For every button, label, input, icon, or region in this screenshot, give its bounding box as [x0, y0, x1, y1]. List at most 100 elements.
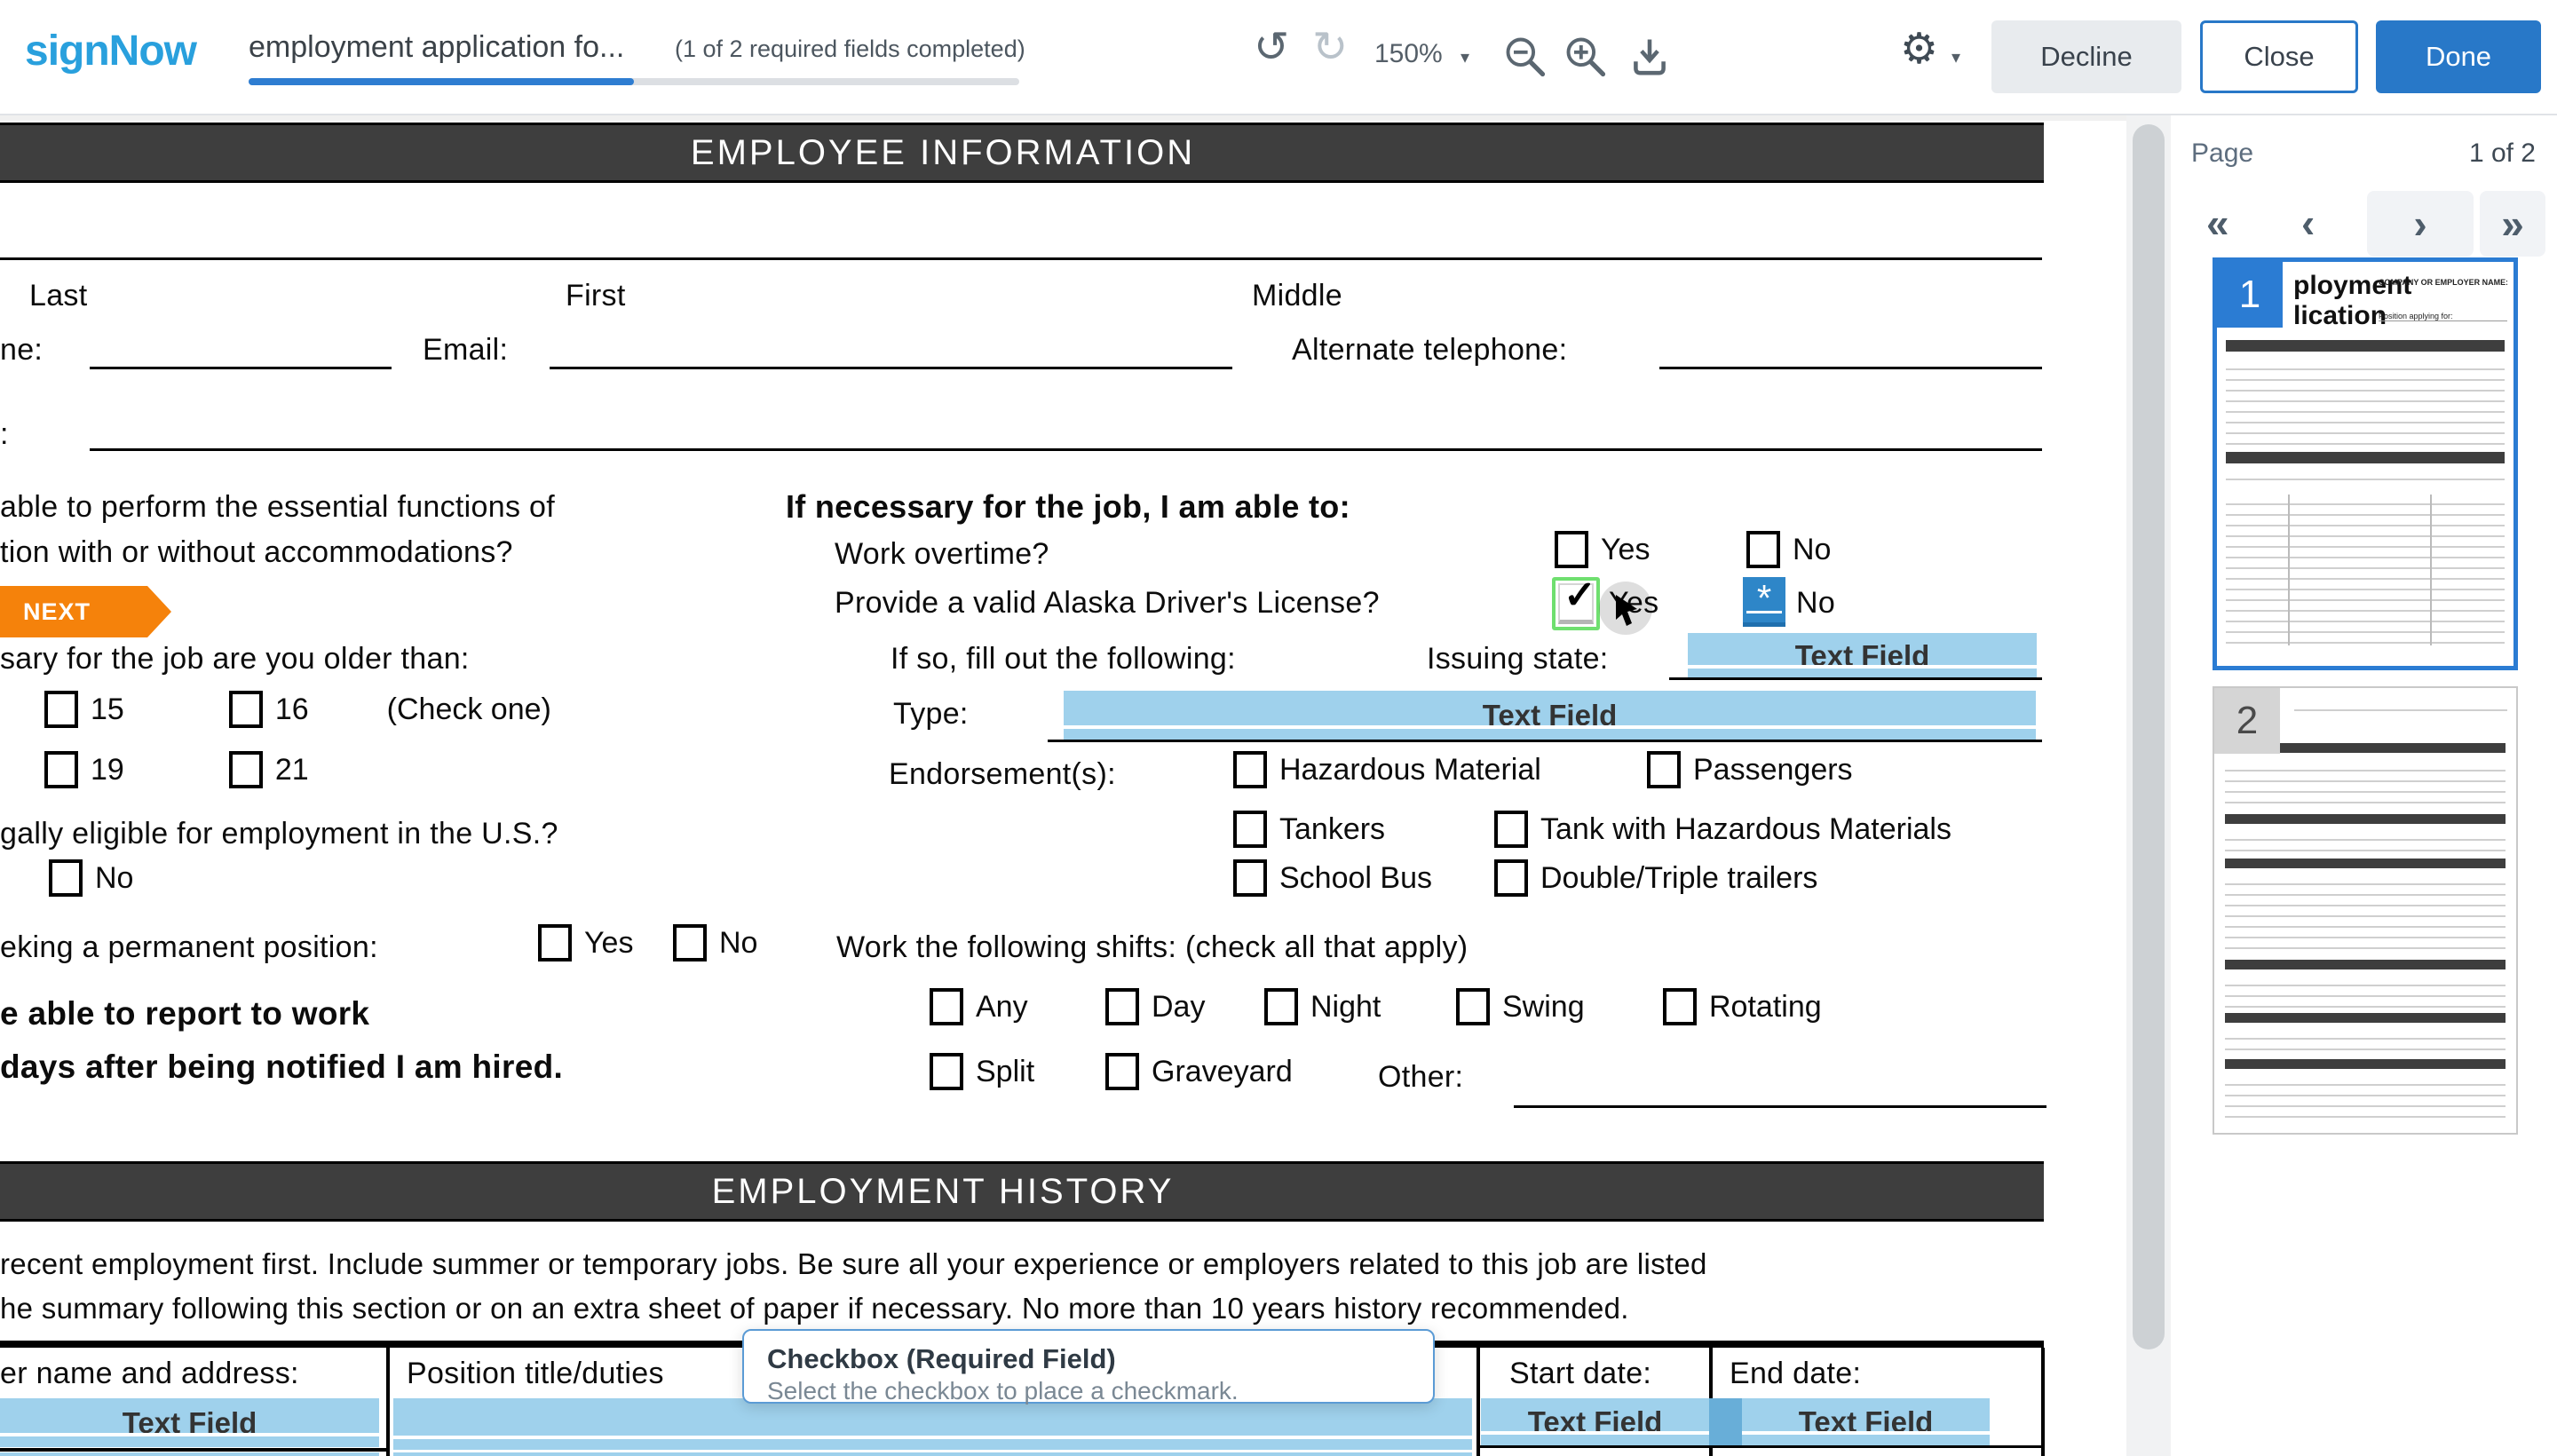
shift-rotating-checkbox[interactable] — [1663, 988, 1697, 1025]
permanent-no-checkbox[interactable] — [673, 924, 707, 961]
thumb2-section-bar-contact — [2225, 1013, 2506, 1023]
thumb1-lines-2 — [2226, 470, 2505, 487]
overtime-no-checkbox[interactable] — [1746, 531, 1780, 568]
work-overtime-label: Work overtime? — [835, 537, 1049, 572]
employer-row-line — [0, 1448, 386, 1452]
employer-next-field-sliver — [0, 1452, 379, 1456]
passengers-checkbox[interactable] — [1647, 751, 1681, 788]
name-label-last: Last — [29, 279, 87, 313]
age-15-checkbox[interactable] — [44, 691, 78, 728]
age-16-label: 16 — [275, 692, 309, 727]
position-next-field-sliver — [393, 1452, 1472, 1456]
next-page-button[interactable]: › — [2367, 191, 2474, 257]
shift-graveyard-checkbox[interactable] — [1105, 1053, 1139, 1090]
download-icon[interactable] — [1627, 34, 1673, 84]
zoom-out-icon[interactable] — [1502, 34, 1548, 84]
page-thumbnail-2[interactable]: 2 — [2213, 686, 2518, 1135]
permanent-yes-label: Yes — [584, 926, 633, 961]
endorsement-hazmat: Hazardous Material — [1233, 751, 1541, 788]
end-date-text-field[interactable]: Text Field — [1742, 1398, 1990, 1445]
text-field-stripe — [1742, 1431, 1990, 1435]
redo-icon[interactable]: ↻ — [1312, 27, 1348, 69]
thumb2-section-bar-skills — [2225, 859, 2506, 868]
permanent-yes-checkbox[interactable] — [538, 924, 572, 961]
license-no-label: No — [1796, 586, 1835, 621]
page-thumbnail-1[interactable]: 1 ployment lication COMPANY OR EMPLOYER … — [2213, 257, 2518, 670]
shift-night-checkbox[interactable] — [1264, 988, 1298, 1025]
tankers-checkbox[interactable] — [1233, 811, 1267, 848]
overtime-no-option: No — [1746, 531, 1831, 568]
age-19-checkbox[interactable] — [44, 751, 78, 788]
age-row-1: 15 16 (Check one) — [44, 691, 551, 728]
name-label-middle: Middle — [1252, 279, 1342, 313]
double-triple-label: Double/Triple trailers — [1540, 861, 1817, 896]
gear-icon[interactable]: ⚙ — [1900, 28, 1938, 71]
page-count: 1 of 2 — [2469, 138, 2536, 169]
document-title[interactable]: employment application fo... — [249, 30, 624, 65]
tank-hazmat-label: Tank with Hazardous Materials — [1540, 812, 1951, 847]
permanent-question-label: eking a permanent position: — [0, 930, 378, 965]
start-date-text-field[interactable]: Text Field — [1481, 1398, 1709, 1445]
double-triple-checkbox[interactable] — [1494, 859, 1528, 897]
zoom-dropdown-caret-icon[interactable]: ▾ — [1461, 46, 1469, 68]
decline-button[interactable]: Decline — [1991, 20, 2181, 93]
school-bus-checkbox[interactable] — [1233, 859, 1267, 897]
license-no-required-checkbox[interactable]: * — [1743, 577, 1785, 627]
first-page-icon[interactable]: « — [2206, 202, 2229, 243]
close-button[interactable]: Close — [2200, 20, 2358, 93]
undo-icon[interactable]: ↺ — [1254, 27, 1289, 69]
done-button[interactable]: Done — [2376, 20, 2541, 93]
address-label: : — [0, 417, 9, 452]
thumb1-table-lines — [2226, 495, 2505, 645]
next-field-badge[interactable]: NEXT — [0, 586, 147, 637]
thumb1-section-bar-1 — [2226, 340, 2505, 352]
shift-graveyard-label: Graveyard — [1152, 1055, 1293, 1089]
age-16-checkbox[interactable] — [229, 691, 263, 728]
thumb1-position-label: Position applying for: — [2379, 312, 2507, 321]
eligible-no-checkbox[interactable] — [49, 859, 83, 897]
email-label: Email: — [423, 333, 508, 368]
scrollbar-track[interactable] — [2126, 114, 2171, 1456]
age-row-2: 19 21 — [44, 751, 309, 788]
field-overlap-strip — [1709, 1398, 1742, 1445]
shift-swing-label: Swing — [1502, 990, 1585, 1025]
gear-dropdown-caret-icon[interactable]: ▾ — [1951, 46, 1960, 68]
col-start-header: Start date: — [1509, 1357, 1651, 1391]
history-col-divider-1 — [386, 1348, 390, 1456]
col-employer-header: er name and address: — [0, 1357, 299, 1391]
last-page-button[interactable]: » — [2480, 191, 2545, 257]
overtime-yes-checkbox[interactable] — [1555, 531, 1588, 568]
position-text-field[interactable] — [393, 1398, 1472, 1450]
previous-page-icon[interactable]: ‹ — [2301, 202, 2315, 243]
employer-text-field[interactable]: Text Field — [0, 1398, 379, 1447]
thumb1-section-bar-2 — [2226, 452, 2505, 463]
age-21-checkbox[interactable] — [229, 751, 263, 788]
toolbar: signNow employment application fo... (1 … — [0, 0, 2557, 115]
checkbox-tooltip: Checkbox (Required Field) Select the che… — [742, 1329, 1435, 1404]
age-15-label: 15 — [91, 692, 124, 727]
hazmat-checkbox[interactable] — [1233, 751, 1267, 788]
thumb2-section-bar-info — [2225, 1059, 2506, 1069]
shifts-question-label: Work the following shifts: (check all th… — [836, 930, 1468, 965]
signnow-logo: signNow — [25, 27, 196, 75]
zoom-level[interactable]: 150% — [1374, 39, 1443, 69]
shift-day-checkbox[interactable] — [1105, 988, 1139, 1025]
license-yes-checkbox-checked[interactable]: ✓ — [1552, 577, 1600, 630]
tank-hazmat-checkbox[interactable] — [1494, 811, 1528, 848]
checkmark-icon: ✓ — [1563, 573, 1596, 618]
shift-swing-checkbox[interactable] — [1456, 988, 1490, 1025]
shift-split-checkbox[interactable] — [930, 1053, 963, 1090]
thumb1-title-line2: lication — [2293, 301, 2387, 330]
email-line — [550, 333, 1232, 369]
shift-any-checkbox[interactable] — [930, 988, 963, 1025]
age-19-label: 19 — [91, 753, 124, 787]
license-yes-label: Yes — [1609, 586, 1658, 621]
shift-rotating-label: Rotating — [1709, 990, 1822, 1025]
shift-split-label: Split — [976, 1055, 1034, 1089]
endorsement-tankers: Tankers — [1233, 811, 1385, 848]
type-label: Type: — [893, 697, 969, 732]
shift-any-option: Any — [930, 988, 1028, 1025]
scrollbar-thumb[interactable] — [2133, 124, 2165, 1349]
shift-swing-option: Swing — [1456, 988, 1585, 1025]
zoom-in-icon[interactable] — [1563, 34, 1609, 84]
